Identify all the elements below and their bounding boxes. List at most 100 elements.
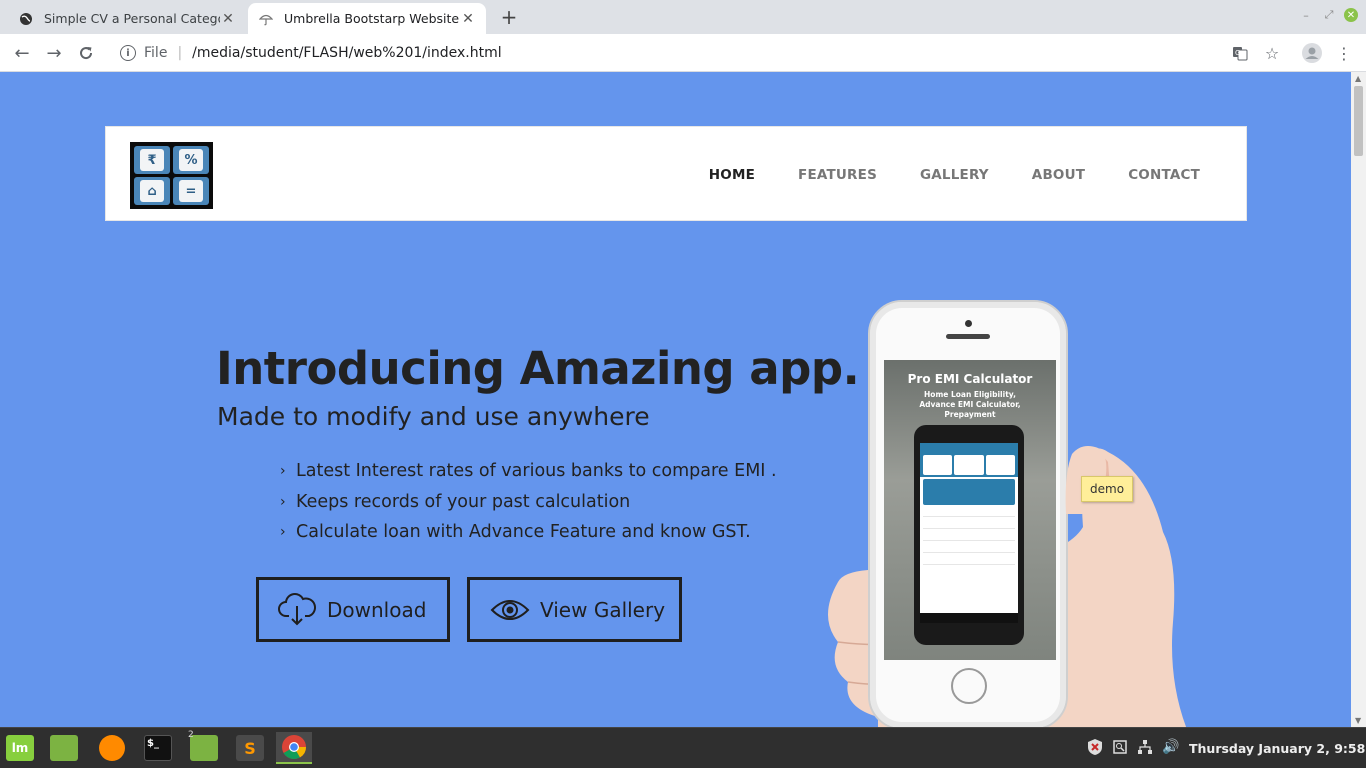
hero-subheadline: Made to modify and use anywhere: [217, 402, 650, 431]
translate-icon[interactable]: G: [1229, 42, 1251, 64]
back-icon[interactable]: ←: [10, 41, 34, 65]
folder-icon[interactable]: [46, 732, 82, 764]
scheme-label: File: [144, 45, 168, 61]
forward-icon[interactable]: →: [42, 41, 66, 65]
screen-subtitle-line: Home Loan Eligibility,: [924, 390, 1016, 399]
taskbar: lm $_ 2 S 🔊 Thursday January 2, 9:58 AM: [0, 727, 1366, 768]
menu-kebab-icon[interactable]: ⋮: [1333, 42, 1355, 64]
svg-text:G: G: [1235, 49, 1240, 57]
inner-app-card: [923, 479, 1015, 505]
logo-cell: %: [173, 146, 209, 174]
screen-subtitle-line: Advance EMI Calculator,: [919, 400, 1021, 409]
tab-simple-cv[interactable]: Simple CV a Personal Category ✕: [8, 3, 246, 34]
screen-subtitle-line: Prepayment: [944, 410, 996, 419]
new-tab-button[interactable]: +: [498, 5, 520, 29]
page-scrollbar[interactable]: ▲ ▼: [1351, 72, 1366, 727]
address-bar[interactable]: i File | /media/student/FLASH/web%201/in…: [110, 38, 1260, 68]
logo-equals-symbol: =: [179, 180, 203, 202]
inner-app-row: [923, 556, 1015, 565]
logo-house-symbol: ⌂: [140, 180, 164, 202]
list-item: › Latest Interest rates of various banks …: [280, 456, 777, 487]
nav-about[interactable]: ABOUT: [1032, 167, 1085, 183]
chevron-right-icon: ›: [280, 463, 286, 480]
restore-icon[interactable]: ⤢: [1322, 8, 1336, 22]
terminal-icon[interactable]: $_: [140, 732, 176, 764]
sublime-icon[interactable]: S: [232, 732, 268, 764]
inner-app-row: [923, 532, 1015, 541]
firefox-icon[interactable]: [94, 732, 130, 764]
inner-app-bar: [920, 443, 1018, 453]
info-icon[interactable]: i: [120, 45, 136, 61]
close-tab-icon[interactable]: ✕: [460, 11, 476, 27]
keyboard-layout-icon[interactable]: [1109, 736, 1131, 758]
phone-camera: [965, 320, 972, 327]
logo-cell: =: [173, 177, 209, 205]
umbrella-icon: [258, 11, 274, 27]
site-navbar: ₹ % ⌂ = HOME FEATURES GALLERY ABOUT CONT…: [105, 126, 1247, 221]
headline-bold: Amazing app.: [519, 342, 860, 395]
chevron-right-icon: ›: [280, 493, 286, 510]
minimize-icon[interactable]: –: [1299, 8, 1313, 22]
browser-toolbar: ← → i File | /media/student/FLASH/web%20…: [0, 34, 1366, 72]
app-logo[interactable]: ₹ % ⌂ =: [130, 142, 213, 209]
phone-home-button: [951, 668, 987, 704]
cloud-download-icon: [277, 592, 317, 628]
phone-screen: Pro EMI Calculator Home Loan Eligibility…: [884, 360, 1056, 660]
tab-title: Simple CV a Personal Category: [44, 11, 220, 26]
phone-speaker: [946, 334, 990, 339]
logo-percent-symbol: %: [179, 149, 203, 171]
volume-icon[interactable]: 🔊: [1160, 736, 1182, 758]
nav-home[interactable]: HOME: [709, 167, 755, 183]
download-label: Download: [327, 597, 427, 622]
screen-subtitle: Home Loan Eligibility, Advance EMI Calcu…: [884, 390, 1056, 420]
hero-headline: Introducing Amazing app.: [216, 342, 860, 395]
inner-app-row: [923, 544, 1015, 553]
url-text[interactable]: /media/student/FLASH/web%201/index.html: [192, 45, 502, 61]
clock[interactable]: Thursday January 2, 9:58 AM: [1189, 728, 1366, 769]
shield-update-icon[interactable]: [1084, 736, 1106, 758]
tab-umbrella[interactable]: Umbrella Bootstarp Website Te ✕: [248, 3, 486, 34]
inner-app-row: [923, 508, 1015, 517]
inner-phone-screen: [920, 443, 1018, 623]
scrollbar-thumb[interactable]: [1354, 86, 1363, 156]
profile-avatar-icon[interactable]: [1301, 42, 1323, 64]
inner-phone-image: [914, 425, 1024, 645]
browser-tab-strip: Simple CV a Personal Category ✕ Umbrella…: [0, 0, 1366, 34]
divider: |: [177, 45, 183, 61]
feature-text: Latest Interest rates of various banks t…: [296, 461, 777, 482]
phone-mockup: Pro EMI Calculator Home Loan Eligibility…: [868, 300, 1068, 727]
nav-contact[interactable]: CONTACT: [1128, 167, 1200, 183]
logo-cell: ₹: [134, 146, 170, 174]
files-icon[interactable]: 2: [186, 730, 222, 764]
logo-rupee-symbol: ₹: [140, 149, 164, 171]
gallery-label: View Gallery: [540, 597, 666, 622]
chevron-right-icon: ›: [280, 524, 286, 541]
headline-light: Introducing: [216, 342, 505, 395]
close-window-icon[interactable]: ✕: [1344, 8, 1358, 22]
tooltip: demo: [1081, 476, 1134, 502]
bookmark-star-icon[interactable]: ☆: [1261, 42, 1283, 64]
inner-app-tiles: [920, 453, 1018, 477]
page-viewport: ₹ % ⌂ = HOME FEATURES GALLERY ABOUT CONT…: [0, 72, 1351, 727]
chrome-icon[interactable]: [276, 732, 312, 764]
list-item: › Keeps records of your past calculation: [280, 487, 777, 518]
feature-list: › Latest Interest rates of various banks …: [280, 456, 777, 548]
network-icon[interactable]: [1134, 736, 1156, 758]
mint-menu-icon[interactable]: lm: [2, 732, 38, 764]
inner-app-navbar: [920, 613, 1018, 623]
feature-text: Keeps records of your past calculation: [296, 491, 631, 512]
close-tab-icon[interactable]: ✕: [220, 11, 236, 27]
screen-title: Pro EMI Calculator: [907, 372, 1033, 386]
feature-text: Calculate loan with Advance Feature and …: [296, 522, 751, 543]
nav-gallery[interactable]: GALLERY: [920, 167, 989, 183]
download-button[interactable]: Download: [256, 577, 450, 642]
workspace-badge: 2: [188, 730, 194, 740]
globe-icon: [18, 11, 34, 27]
reload-icon[interactable]: [74, 41, 98, 65]
inner-app-row: [923, 520, 1015, 529]
nav-features[interactable]: FEATURES: [798, 167, 877, 183]
view-gallery-button[interactable]: View Gallery: [467, 577, 682, 642]
main-menu: HOME FEATURES GALLERY ABOUT CONTACT: [666, 127, 1200, 222]
scroll-down-icon[interactable]: ▼: [1355, 716, 1361, 725]
scroll-up-icon[interactable]: ▲: [1355, 74, 1361, 83]
